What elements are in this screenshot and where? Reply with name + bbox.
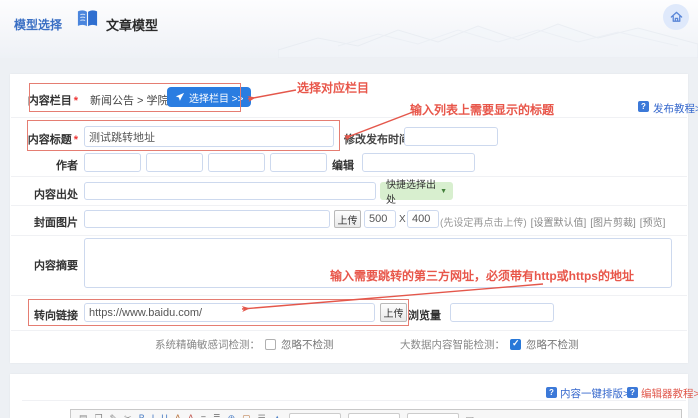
author-input-3[interactable]	[208, 153, 265, 172]
author-input-1[interactable]	[84, 153, 141, 172]
sensitive-check-group: 系统精确敏感词检测： 忽略不检测	[155, 337, 334, 352]
editor-tutorial-link[interactable]: 编辑器教程>>	[641, 386, 698, 401]
sensitive-detect-label: 系统精确敏感词检测：	[155, 337, 260, 352]
divider	[11, 176, 687, 177]
editor-size-select[interactable]: ▾	[348, 413, 400, 418]
content-source-input[interactable]	[84, 182, 376, 200]
content-title-label: 内容标题*	[20, 131, 78, 147]
editor-toolbar-icon[interactable]: ▤	[79, 413, 88, 418]
redirect-link-label: 转向链接	[30, 307, 78, 323]
required-mark: *	[74, 134, 78, 146]
help-icon[interactable]: ?	[546, 387, 557, 398]
author-input-4[interactable]	[270, 153, 327, 172]
cover-height-input[interactable]	[407, 210, 439, 228]
divider	[11, 295, 687, 296]
publish-time-label: 修改发布时间:	[344, 131, 400, 147]
divider	[11, 205, 687, 206]
publish-time-input[interactable]	[404, 127, 498, 146]
greatwall-watermark	[278, 0, 698, 58]
divider	[11, 330, 687, 331]
editor-input[interactable]	[362, 153, 475, 172]
home-button[interactable]	[663, 4, 689, 30]
editor-toolbar-icon[interactable]: ✎	[110, 413, 118, 418]
bigdata-ignore-label: 忽略不检测	[526, 337, 579, 352]
editor-toolbar-icon[interactable]: I	[152, 413, 155, 418]
editor-toolbar-icon[interactable]: ≣	[213, 413, 221, 418]
sensitive-ignore-checkbox[interactable]	[265, 339, 276, 350]
annotation-input-url: 输入需要跳转的第三方网址，必须带有http或https的地址	[330, 267, 634, 284]
cover-hint-row: (先设定再点击上传) [设置默认值] [图片剪裁] [预览]	[440, 214, 665, 229]
editor-toolbar-icon[interactable]: ❐	[95, 413, 103, 418]
quick-source-select-label: 快捷选择出处	[386, 176, 440, 206]
content-column-label: 内容栏目*	[20, 92, 78, 108]
book-icon	[76, 9, 99, 34]
editor-toolbar-icon[interactable]: ▲	[273, 413, 282, 418]
select-column-button[interactable]: 选择栏目 >>	[167, 87, 251, 107]
cover-width-input[interactable]	[364, 210, 396, 228]
one-click-layout-link[interactable]: 内容一键排版>>	[560, 386, 635, 401]
editor-toolbar: ▤ ❐ ✎ ✂ B I U A A ≡ ≣ ⊕ ▢ ☰ ▲ ▾ ▾ ▾ ▭	[70, 409, 682, 418]
chevron-down-icon: ▼	[440, 188, 447, 195]
editor-label: 编辑	[330, 157, 354, 173]
editor-toolbar-icon[interactable]: ☰	[258, 413, 266, 418]
sensitive-ignore-label: 忽略不检测	[281, 337, 334, 352]
annotation-input-title: 输入列表上需要显示的标题	[410, 101, 554, 118]
divider	[11, 117, 687, 118]
view-count-input[interactable]	[450, 303, 554, 322]
help-icon[interactable]: ?	[627, 387, 638, 398]
send-icon	[175, 92, 185, 102]
editor-toolbar-icon[interactable]: U	[161, 413, 168, 418]
divider	[11, 235, 687, 236]
editor-toolbar-icon[interactable]: ✂	[124, 413, 132, 418]
editor-toolbar-icon[interactable]: ≡	[201, 413, 206, 418]
bigdata-ignore-checkbox[interactable]	[510, 339, 521, 350]
cover-image-input[interactable]	[84, 210, 330, 228]
editor-toolbar-icon[interactable]: B	[139, 413, 145, 418]
editor-toolbar-icon[interactable]: ⊕	[228, 413, 236, 418]
editor-toolbar-icon[interactable]: ▭	[466, 413, 475, 418]
top-header: 模型选择 文章模型	[0, 0, 698, 58]
select-column-button-label: 选择栏目 >>	[189, 90, 243, 105]
set-default-link[interactable]: [设置默认值]	[531, 214, 587, 229]
annotation-select-column: 选择对应栏目	[297, 79, 369, 96]
cover-upload-button[interactable]: 上传	[334, 210, 361, 228]
page: 模型选择 文章模型 内容栏目* 新闻公告 > 学院新闻 > 选择栏目 >> 内容…	[0, 0, 698, 418]
page-title: 文章模型	[106, 15, 158, 34]
editor-font-select[interactable]: ▾	[289, 413, 341, 418]
author-label: 作者	[30, 157, 78, 173]
tab-model-select[interactable]: 模型选择	[14, 16, 62, 33]
bigdata-detect-label: 大数据内容智能检测：	[400, 337, 505, 352]
editor-toolbar-icon[interactable]: A	[175, 413, 181, 418]
view-count-label: 浏览量	[405, 307, 441, 323]
editor-style-select[interactable]: ▾	[407, 413, 459, 418]
home-icon	[669, 10, 684, 24]
dimension-times-label: X	[399, 214, 406, 225]
content-source-label: 内容出处	[30, 186, 78, 202]
preview-link[interactable]: [预览]	[640, 214, 666, 229]
content-title-field	[84, 126, 334, 147]
cover-hint: (先设定再点击上传)	[440, 214, 527, 229]
help-icon[interactable]: ?	[638, 101, 649, 112]
cover-image-label: 封面图片	[30, 214, 78, 230]
bigdata-check-group: 大数据内容智能检测： 忽略不检测	[400, 337, 579, 352]
content-summary-label: 内容摘要	[30, 257, 78, 273]
editor-toolbar-icon[interactable]: A	[188, 413, 194, 418]
image-crop-link[interactable]: [图片剪裁]	[590, 214, 636, 229]
author-input-2[interactable]	[146, 153, 203, 172]
redirect-url-input[interactable]	[84, 303, 375, 322]
redirect-upload-button[interactable]: 上传	[380, 303, 407, 322]
publish-tutorial-link[interactable]: 发布教程>>	[653, 101, 698, 116]
quick-source-select[interactable]: 快捷选择出处 ▼	[380, 182, 453, 200]
required-mark: *	[74, 95, 78, 107]
content-title-input[interactable]	[84, 126, 334, 147]
editor-toolbar-icon[interactable]: ▢	[242, 413, 251, 418]
